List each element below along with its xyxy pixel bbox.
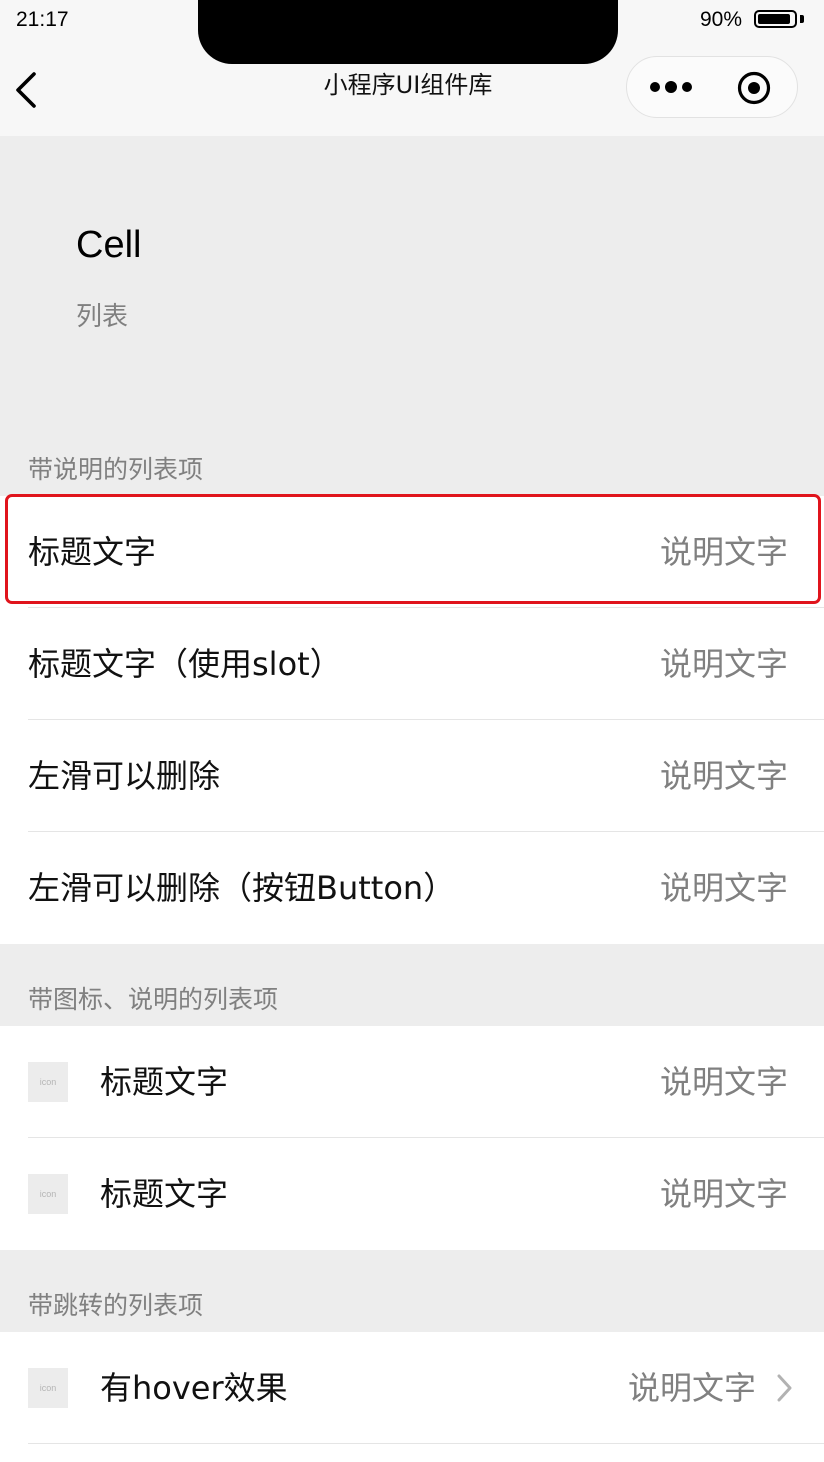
cell-title: 左滑可以删除 <box>28 757 221 795</box>
close-miniprogram-button[interactable] <box>737 71 771 105</box>
status-time: 21:17 <box>16 8 69 31</box>
cell-value: 说明文字 <box>659 1175 788 1213</box>
page-description: 列表 <box>76 302 129 332</box>
group-title-icon-description: 带图标、说明的列表项 <box>28 985 279 1014</box>
cell-title: 标题文字 <box>100 1063 229 1101</box>
group-title-description: 带说明的列表项 <box>28 455 204 484</box>
cell-item-swipe-delete[interactable]: 左滑可以删除 说明文字 <box>0 720 824 832</box>
cell-item[interactable]: 标题文字（使用slot） 说明文字 <box>0 608 824 720</box>
cell-item-hover-link[interactable]: icon 有hover效果 说明文字 <box>0 1332 824 1444</box>
battery-percent: 90% <box>699 8 742 31</box>
placeholder-icon: icon <box>28 1368 68 1408</box>
chevron-right-icon <box>777 1374 792 1402</box>
screen-notch <box>198 0 618 64</box>
cell-group-icon-description: icon 标题文字 说明文字 icon 标题文字 说明文字 <box>0 1026 824 1250</box>
battery-icon <box>754 10 797 28</box>
cell-divider <box>28 1442 824 1444</box>
cell-item-swipe-delete-button[interactable]: 左滑可以删除（按钮Button） 说明文字 <box>0 832 824 944</box>
cell-title: 有hover效果 <box>100 1369 288 1407</box>
target-circle-icon <box>737 71 771 105</box>
selection-highlight <box>5 494 821 604</box>
cell-value: 说明文字 <box>659 869 788 907</box>
page-title: Cell <box>76 224 142 266</box>
battery-level-fill <box>758 14 790 24</box>
battery-cap <box>800 15 804 23</box>
cell-value: 说明文字 <box>659 1063 788 1101</box>
cell-item[interactable]: icon 标题文字 说明文字 <box>0 1026 824 1138</box>
more-button[interactable] <box>649 75 697 99</box>
cell-value: 说明文字 <box>659 645 788 683</box>
cell-group-navigation: icon 有hover效果 说明文字 <box>0 1332 824 1462</box>
group-title-navigation: 带跳转的列表项 <box>28 1291 204 1320</box>
placeholder-icon: icon <box>28 1062 68 1102</box>
cell-title: 左滑可以删除（按钮Button） <box>28 869 456 907</box>
capsule-menu <box>626 56 798 118</box>
cell-title: 标题文字（使用slot） <box>28 645 342 683</box>
cell-title: 标题文字 <box>100 1175 229 1213</box>
cell-value: 说明文字 <box>659 757 788 795</box>
page-header: Cell 列表 <box>0 136 824 436</box>
more-dots-icon <box>650 81 692 93</box>
cell-value: 说明文字 <box>627 1369 756 1407</box>
cell-item[interactable]: icon 标题文字 说明文字 <box>0 1138 824 1250</box>
placeholder-icon: icon <box>28 1174 68 1214</box>
